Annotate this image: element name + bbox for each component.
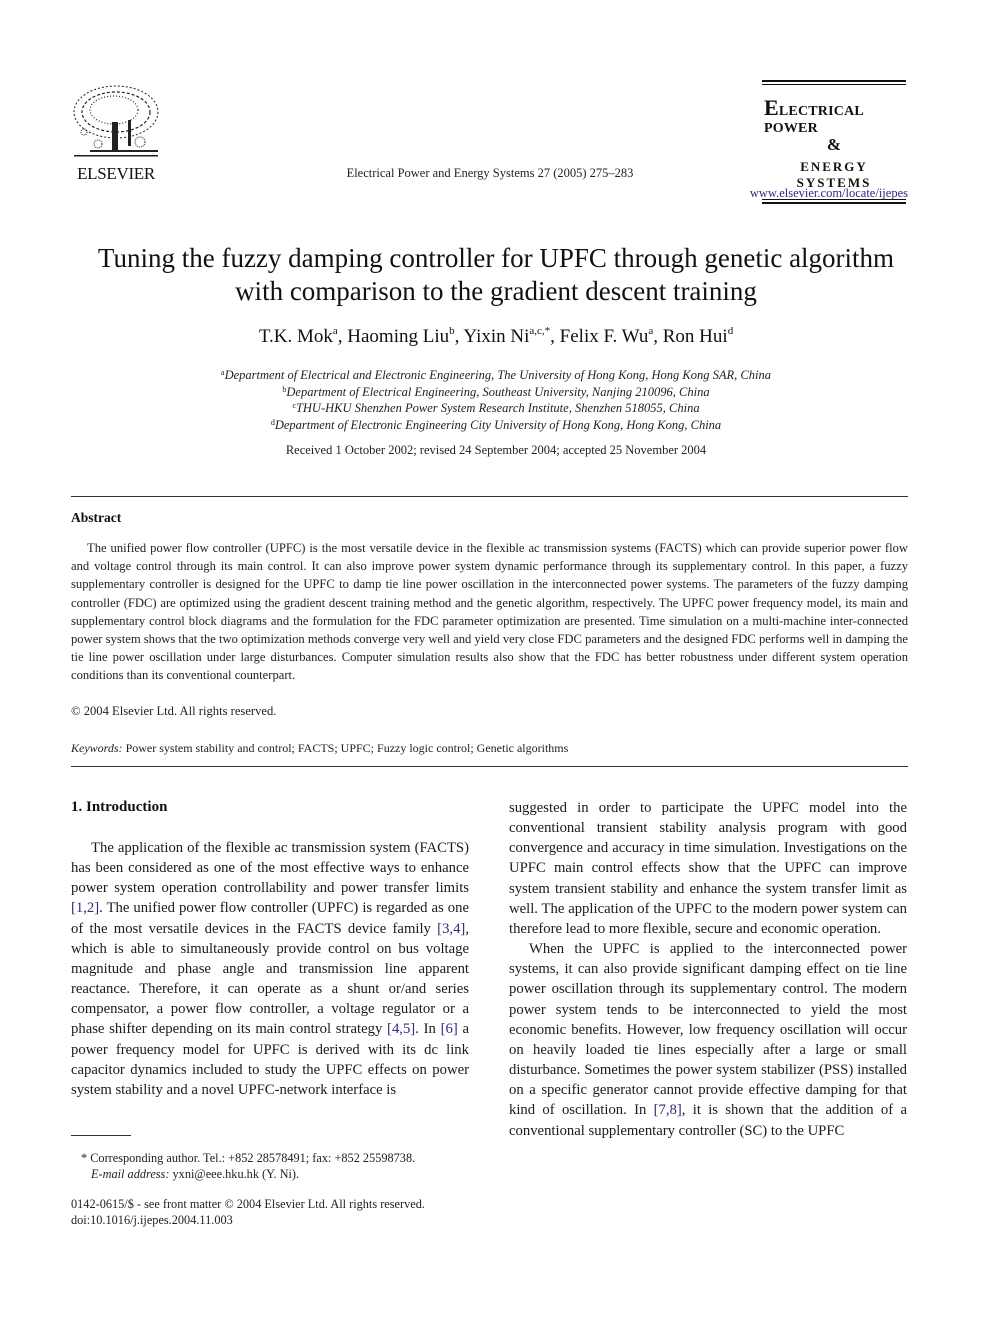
abstract-text: The unified power flow controller (UPFC)… — [71, 541, 908, 683]
citation-link[interactable]: [3,4] — [437, 921, 465, 937]
author[interactable]: Ron Huid — [663, 326, 733, 348]
abstract-top-divider — [71, 496, 908, 497]
abstract-body: The unified power flow controller (UPFC)… — [71, 539, 908, 685]
affiliation: dDepartment of Electronic Engineering Ci… — [270, 417, 722, 432]
intro-paragraph-1: The application of the flexible ac trans… — [71, 840, 469, 1098]
corresponding-author-footnote: * Corresponding author. Tel.: +852 28578… — [71, 1150, 491, 1182]
brand-line-1: ELECTRICAL POWER — [762, 95, 906, 137]
citation-link[interactable]: [4,5] — [387, 1021, 415, 1037]
brand-top-rule — [762, 80, 906, 85]
footnote-contact: * Corresponding author. Tel.: +852 28578… — [81, 1151, 416, 1165]
brand-line-2: & — [826, 135, 842, 154]
elsevier-tree-icon — [73, 85, 159, 157]
brand-line-1-rest: LECTRICAL POWER — [764, 104, 864, 136]
affiliation: aDepartment of Electrical and Electronic… — [221, 368, 771, 382]
author[interactable]: Yixin Nia,c,* — [463, 326, 550, 348]
keywords-text: Power system stability and control; FACT… — [125, 741, 569, 755]
affiliations: aDepartment of Electrical and Electronic… — [60, 367, 932, 433]
brand-initial: E — [764, 95, 779, 120]
email-value[interactable]: yxni@eee.hku.hk (Y. Ni). — [169, 1167, 300, 1181]
issn-doi: 0142-0615/$ - see front matter © 2004 El… — [71, 1196, 491, 1228]
author-list: T.K. Moka, Haoming Liub, Yixin Nia,c,*, … — [258, 325, 734, 348]
journal-reference: Electrical Power and Energy Systems 27 (… — [346, 166, 634, 180]
citation-link[interactable]: [1,2] — [71, 900, 99, 916]
paper-title: Tuning the fuzzy damping controller for … — [60, 242, 932, 308]
citation-link[interactable]: [6] — [441, 1021, 458, 1037]
abstract-copyright: © 2004 Elsevier Ltd. All rights reserved… — [71, 704, 277, 718]
author[interactable]: Haoming Liub — [347, 326, 454, 348]
footnote-email: E-mail address: yxni@eee.hku.hk (Y. Ni). — [71, 1166, 491, 1182]
title-line-1: Tuning the fuzzy damping controller for … — [97, 243, 895, 273]
title-line-2: with comparison to the gradient descent … — [235, 276, 757, 306]
section-heading-introduction: 1. Introduction — [71, 799, 168, 815]
intro-paragraph-1-cont: suggested in order to participate the UP… — [509, 800, 907, 937]
received-dates: Received 1 October 2002; revised 24 Sept… — [285, 443, 707, 457]
email-label: E-mail address: — [91, 1167, 170, 1181]
abstract-bottom-divider — [71, 766, 908, 767]
author[interactable]: T.K. Moka — [259, 326, 338, 348]
left-column: The application of the flexible ac trans… — [71, 838, 469, 1100]
keywords: Keywords: Power system stability and con… — [71, 741, 568, 756]
footnote-divider — [71, 1135, 131, 1136]
author[interactable]: Felix F. Wua — [560, 326, 654, 348]
affiliation: bDepartment of Electrical Engineering, S… — [282, 384, 710, 399]
elsevier-logo: ELSEVIER — [70, 82, 162, 183]
keywords-label: Keywords: — [71, 741, 123, 755]
issn-line: 0142-0615/$ - see front matter © 2004 El… — [71, 1197, 425, 1211]
intro-paragraph-2: When the UPFC is applied to the intercon… — [509, 941, 907, 1139]
citation-link[interactable]: [7,8] — [654, 1102, 682, 1118]
abstract-heading: Abstract — [71, 510, 122, 525]
doi-line[interactable]: doi:10.1016/j.ijepes.2004.11.003 — [71, 1212, 491, 1228]
right-column: suggested in order to participate the UP… — [509, 798, 907, 1141]
affiliation: cTHU-HKU Shenzhen Power System Research … — [292, 401, 700, 416]
journal-url-link[interactable]: www.elsevier.com/locate/ijepes — [700, 186, 908, 201]
publisher-logo-text: ELSEVIER — [77, 164, 155, 183]
